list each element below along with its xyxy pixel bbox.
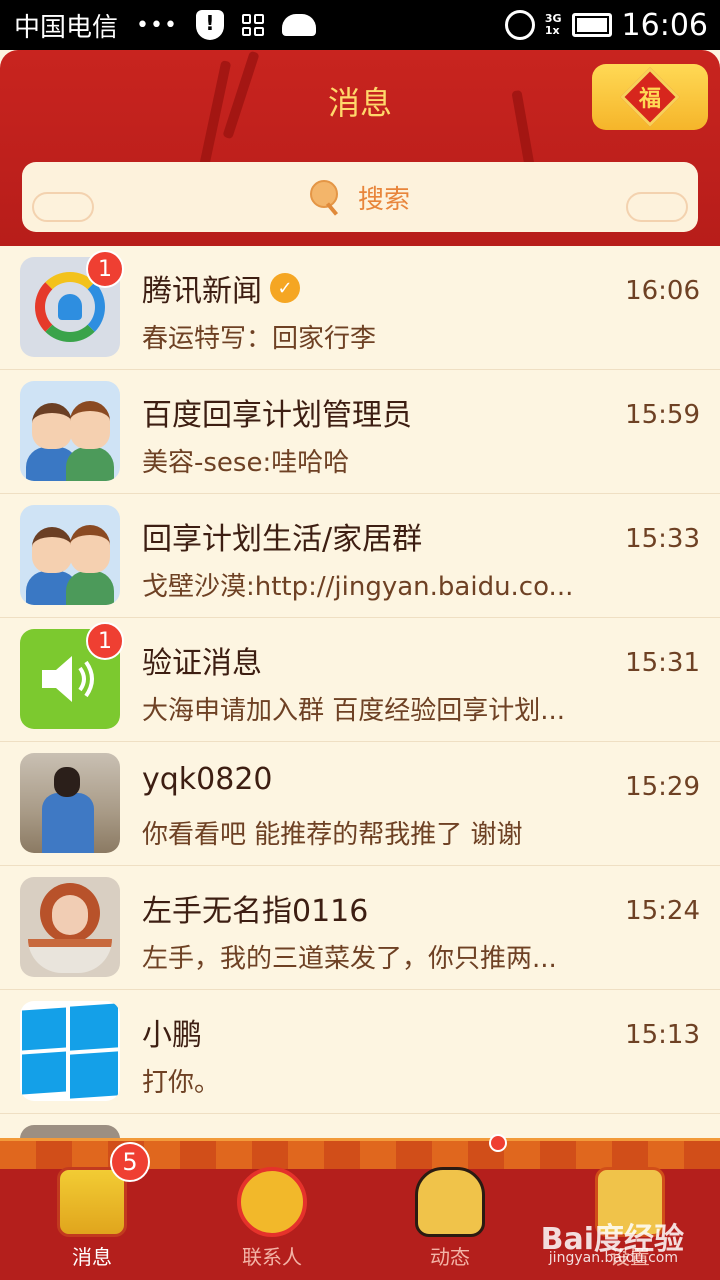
unread-badge: 1: [86, 250, 124, 288]
conversation-name: 验证消息: [142, 646, 262, 681]
tab-unread-badge: 5: [110, 1142, 150, 1182]
conversation-row[interactable]: 1 验证消息 大海申请加入群 百度经验回享计划... 15:31: [0, 618, 720, 742]
last-message: 美容-sese:哇哈哈: [142, 448, 350, 478]
last-message: 你看看吧 能推荐的帮我推了 谢谢: [142, 820, 523, 850]
fu-icon: 福: [620, 67, 680, 127]
message-time: 15:13: [625, 1020, 700, 1050]
search-icon: [309, 180, 344, 214]
message-time: 15:59: [625, 400, 700, 430]
conversation-name: 回享计划生活/家居群: [142, 522, 423, 557]
last-message: 大海申请加入群 百度经验回享计划...: [142, 696, 566, 726]
last-message: 打你。: [142, 1068, 221, 1098]
apps-grid-icon: [241, 14, 264, 36]
signal-icon: 3G 1x: [544, 12, 562, 37]
carrier-label: 中国电信: [14, 12, 119, 43]
search-placeholder: 搜索: [357, 184, 410, 215]
unread-badge: 1: [86, 622, 124, 660]
shield-alert-icon: [195, 10, 224, 40]
last-message: 戈壁沙漠:http://jingyan.baidu.co...: [142, 572, 574, 602]
battery-icon: [571, 13, 612, 37]
message-time: 15:33: [625, 524, 700, 554]
watermark-url: jingyan.baidu.com: [548, 1250, 678, 1266]
girl-photo: [20, 877, 120, 977]
status-time: 16:06: [621, 7, 708, 43]
group-avatar-icon: [20, 381, 120, 481]
tab-feed[interactable]: 动态: [360, 1158, 540, 1280]
conversation-row[interactable]: 1 腾讯新闻 ✓ 春运特写：回家行李 16:06: [0, 246, 720, 370]
tab-label: 联系人: [242, 1245, 302, 1269]
fu-lucky-button[interactable]: 福: [592, 64, 708, 130]
verified-icon: ✓: [270, 273, 300, 303]
avatar: [20, 1125, 120, 1138]
last-message: 左手，我的三道菜发了，你只推两...: [142, 944, 557, 974]
header: 消息 福 搜索: [0, 50, 720, 246]
conversation-name: 腾讯新闻 ✓: [142, 266, 300, 310]
cloud-decoration: [626, 192, 688, 222]
conversation-row[interactable]: yqk0820 你看看吧 能推荐的帮我推了 谢谢 15:29: [0, 742, 720, 866]
conversation-name: yqk0820: [142, 762, 273, 797]
message-time: 15:31: [625, 648, 700, 678]
conversation-row[interactable]: 回享计划生活/家居群 戈壁沙漠:http://jingyan.baidu.co.…: [0, 494, 720, 618]
alarm-icon: [504, 10, 535, 40]
group-avatar-icon: [20, 505, 120, 605]
conversation-row[interactable]: 左手无名指0116 左手，我的三道菜发了，你只推两... 15:24: [0, 866, 720, 990]
message-time: 15:29: [625, 772, 700, 802]
tab-contacts[interactable]: 联系人: [182, 1158, 362, 1280]
search-bar[interactable]: 搜索: [22, 162, 698, 232]
windows-logo-icon: [20, 1001, 120, 1101]
android-icon: [281, 14, 316, 36]
message-time: 15:24: [625, 896, 700, 926]
horse-icon: [415, 1167, 485, 1237]
message-time: 16:06: [625, 276, 700, 306]
notification-dot: [489, 1134, 507, 1152]
lantern-icon: [237, 1167, 307, 1237]
man-photo: [20, 753, 120, 853]
cloud-decoration: [32, 192, 94, 222]
conversation-row[interactable]: 百度回享计划管理员 美容-sese:哇哈哈 15:59: [0, 370, 720, 494]
tab-messages[interactable]: 5 消息: [2, 1142, 182, 1280]
conversation-name: 小鹏: [142, 1018, 202, 1053]
tab-label: 消息: [72, 1245, 112, 1269]
tab-label: 动态: [430, 1245, 470, 1269]
conversation-row-partial[interactable]: [0, 1114, 720, 1138]
last-message: 春运特写：回家行李: [142, 324, 377, 354]
status-bar: 中国电信 ••• 3G 1x 16:06: [0, 0, 720, 50]
conversation-name: 左手无名指0116: [142, 894, 369, 929]
conversation-row[interactable]: 小鹏 打你。 15:13: [0, 990, 720, 1114]
conversation-name: 百度回享计划管理员: [142, 398, 412, 433]
conversation-list: 1 腾讯新闻 ✓ 春运特写：回家行李 16:06 百度回享计划管理员 美容-se…: [0, 246, 720, 1138]
more-dots: •••: [136, 12, 178, 38]
